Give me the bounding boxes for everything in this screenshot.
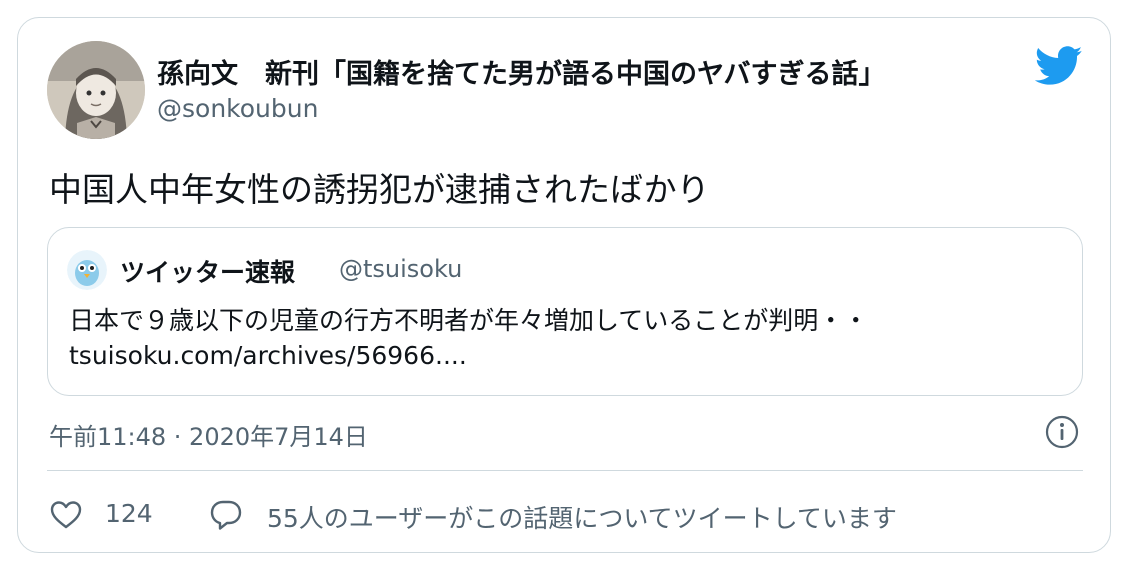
avatar-illustration	[47, 41, 145, 139]
quoted-handle[interactable]: @tsuisoku	[339, 255, 462, 283]
author-handle[interactable]: @sonkoubun	[157, 94, 318, 123]
tweet-timestamp[interactable]: 午前11:48 · 2020年7月14日	[49, 417, 368, 452]
quoted-display-name[interactable]: ツイッター速報	[120, 253, 295, 289]
quoted-link[interactable]: tsuisoku.com/archives/56966....	[69, 341, 467, 370]
heart-icon[interactable]	[49, 498, 83, 532]
divider	[47, 470, 1083, 471]
quoted-tweet[interactable]: ツイッター速報 @tsuisoku 日本で９歳以下の児童の行方不明者が年々増加し…	[47, 227, 1083, 396]
author-display-name[interactable]: 孫向文 新刊「国籍を捨てた男が語る中国のヤバすぎる話」	[157, 52, 885, 91]
info-icon[interactable]	[1044, 414, 1080, 450]
author-avatar[interactable]	[47, 41, 145, 139]
reply-bubble-icon[interactable]	[209, 498, 243, 532]
embedded-tweet-card: 孫向文 新刊「国籍を捨てた男が語る中国のヤバすぎる話」 @sonkoubun 中…	[17, 17, 1111, 553]
like-count[interactable]: 124	[105, 499, 153, 528]
bird-mascot-icon	[67, 250, 107, 290]
tweet-text: 中国人中年女性の誘拐犯が逮捕されたばかり	[49, 170, 710, 209]
discussion-link[interactable]: 55人のユーザーがこの話題についてツイートしています	[267, 499, 897, 535]
twitter-bird-icon[interactable]	[1034, 46, 1083, 86]
quoted-author-avatar[interactable]	[67, 250, 107, 290]
quoted-text: 日本で９歳以下の児童の行方不明者が年々増加していることが判明・・	[69, 306, 869, 335]
